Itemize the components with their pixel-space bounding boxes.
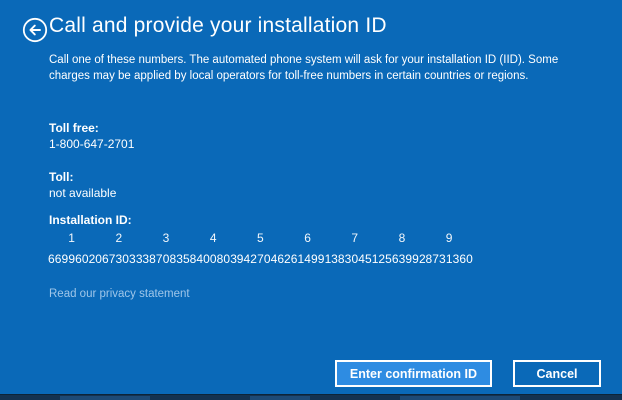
page-title: Call and provide your installation ID: [49, 14, 387, 37]
installation-id-group-digits: 8400803: [189, 252, 237, 266]
installation-id-group-digits: 9427046: [236, 252, 285, 266]
installation-id-group-7: 7 3830451: [331, 231, 378, 266]
installation-id-group-index: 3: [162, 231, 170, 245]
installation-id-group-5: 5 9427046: [237, 231, 284, 266]
cancel-button[interactable]: Cancel: [513, 360, 601, 387]
installation-id-group-8: 8 2563992: [378, 231, 425, 266]
toll-free-label: Toll free:: [49, 121, 99, 135]
installation-id-group-1: 1 6699602: [48, 231, 95, 266]
installation-id-group-3: 3 3870835: [142, 231, 189, 266]
installation-id-group-index: 8: [398, 231, 406, 245]
window-bottom-edge: [0, 394, 622, 400]
button-row: Enter confirmation ID Cancel: [334, 360, 601, 387]
installation-id-group-4: 4 8400803: [190, 231, 237, 266]
toll-label: Toll:: [49, 170, 74, 184]
background-fragment: [60, 396, 150, 400]
installation-id-group-6: 6 2614991: [284, 231, 331, 266]
activation-dialog: Call and provide your installation ID Ca…: [0, 0, 622, 400]
installation-id-group-index: 6: [304, 231, 311, 245]
description-line-1: Call one of these numbers. The automated…: [49, 54, 559, 66]
installation-id-group-index: 9: [445, 231, 453, 245]
description-line-2: charges may be applied by local operator…: [49, 70, 529, 82]
installation-id-group-digits: 0673033: [95, 252, 143, 266]
installation-id-group-index: 1: [68, 231, 75, 245]
toll-number: not available: [49, 186, 117, 200]
toll-free-number: 1-800-647-2701: [49, 137, 135, 151]
installation-id-group-digits: 3870835: [142, 252, 190, 266]
background-fragment: [400, 396, 520, 400]
installation-id-group-digits: 2614991: [283, 252, 332, 266]
installation-id-group-index: 2: [115, 231, 123, 245]
installation-id-group-2: 2 0673033: [95, 231, 142, 266]
installation-id-group-digits: 3830451: [331, 252, 379, 266]
installation-id-group-index: 7: [351, 231, 359, 245]
privacy-statement-link[interactable]: Read our privacy statement: [49, 288, 190, 300]
enter-confirmation-id-button[interactable]: Enter confirmation ID: [334, 360, 492, 387]
installation-id-group-9: 9 8731360: [426, 231, 473, 266]
background-fragment: [250, 396, 310, 400]
back-arrow-icon: [22, 17, 48, 46]
installation-id-grid: 1 6699602 2 0673033 3 3870835 4 8400803 5 9427046…: [48, 231, 473, 266]
installation-id-group-digits: 8731360: [425, 252, 473, 266]
installation-id-group-index: 4: [209, 231, 217, 245]
description-text: Call one of these numbers. The automated…: [49, 52, 558, 84]
installation-id-group-index: 5: [257, 231, 264, 245]
installation-id-group-digits: 2563992: [378, 252, 426, 266]
installation-id-group-digits: 6699602: [48, 252, 96, 266]
back-button[interactable]: [22, 17, 48, 43]
installation-id-label: Installation ID:: [49, 213, 132, 227]
